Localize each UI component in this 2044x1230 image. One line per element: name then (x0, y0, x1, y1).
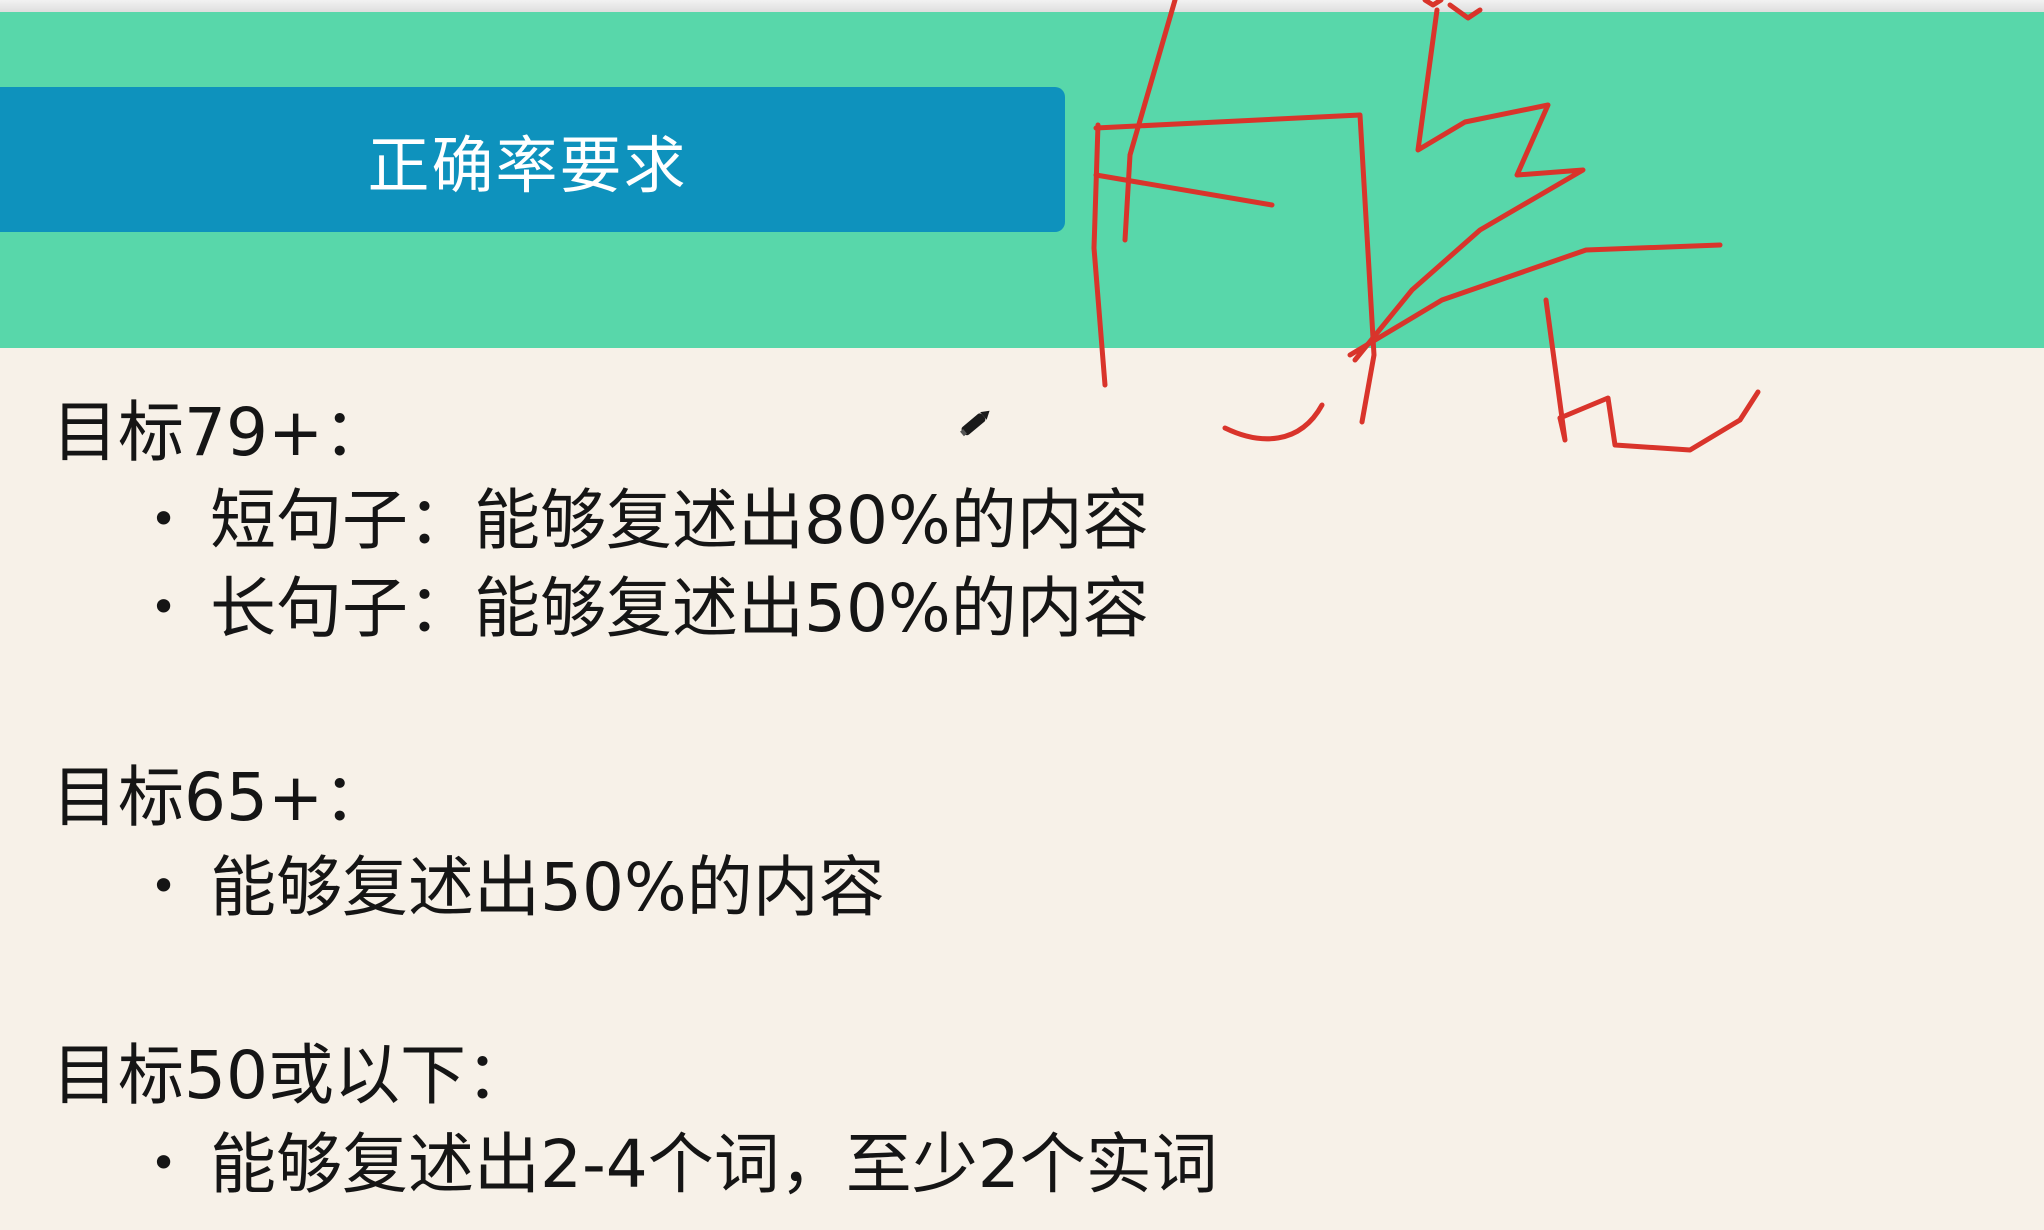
list-item: • 长句子：能够复述出50%的内容 (150, 576, 1149, 642)
list-item: • 能够复述出50%的内容 (150, 855, 885, 921)
section-heading-65: 目标65+： (52, 759, 390, 836)
bullet-icon: • (150, 859, 178, 913)
slide-content: 目标79+： • 短句子：能够复述出80%的内容 • 长句子：能够复述出50%的内容… (0, 0, 2044, 1230)
bullet-text: 能够复述出2-4个词，至少2个实词 (210, 1126, 1218, 1203)
section-heading-50: 目标50或以下： (52, 1037, 532, 1114)
section-heading-79: 目标79+： (52, 394, 390, 471)
bullet-icon: • (150, 1136, 178, 1190)
list-item: • 短句子：能够复述出80%的内容 (150, 488, 1149, 554)
bullet-icon: • (150, 492, 178, 546)
bullet-text: 能够复述出50%的内容 (210, 849, 885, 926)
bullet-icon: • (150, 580, 178, 634)
bullet-text: 长句子：能够复述出50%的内容 (210, 570, 1149, 647)
pen-icon[interactable] (952, 400, 998, 446)
bullet-text: 短句子：能够复述出80%的内容 (210, 482, 1149, 559)
list-item: • 能够复述出2-4个词，至少2个实词 (150, 1132, 1218, 1198)
